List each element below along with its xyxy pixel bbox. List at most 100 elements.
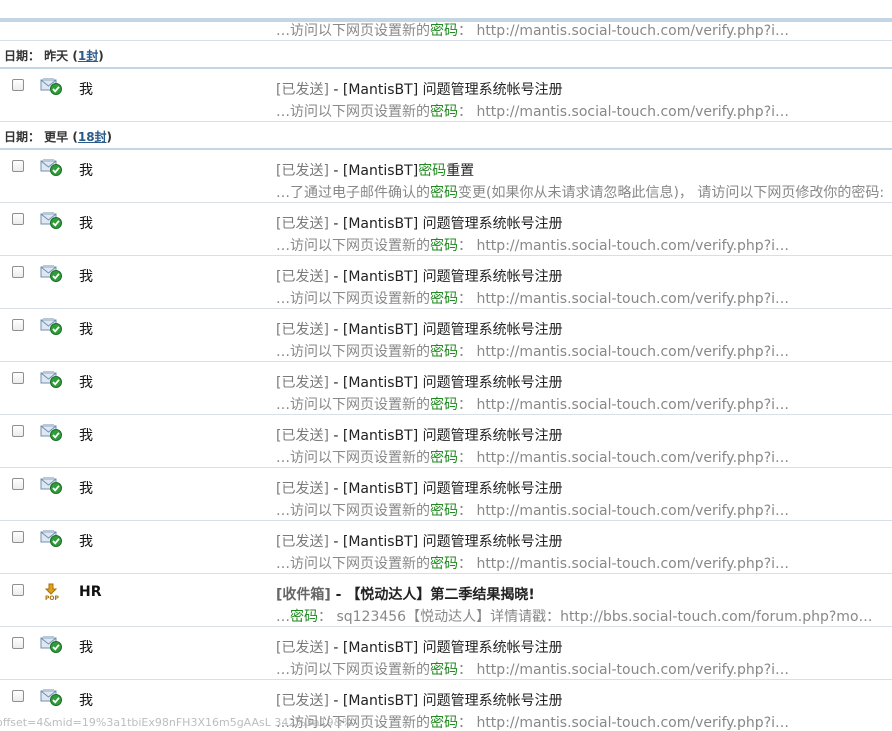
date-label: 日期： 更早 (	[4, 130, 78, 144]
sent-mail-icon	[40, 159, 64, 177]
preview-keyword: 密码	[430, 23, 458, 39]
subject[interactable]: [已发送] - [MantisBT] 问题管理系统帐号注册	[276, 319, 563, 339]
mail-row[interactable]: 我 [已发送] - [MantisBT] 问题管理系统帐号注册 …访问以下网页设…	[0, 69, 892, 122]
subject[interactable]: [已发送] - [MantisBT] 问题管理系统帐号注册	[276, 372, 563, 392]
date-close: )	[106, 130, 113, 144]
date-count-link[interactable]: 1封	[78, 49, 98, 63]
preview-text: …访问以下网页设置新的	[276, 556, 430, 572]
preview-text-end: ： http://mantis.social-touch.com/verify.…	[458, 556, 790, 572]
select-checkbox[interactable]	[12, 690, 24, 702]
mail-row[interactable]: POP HR [收件箱] - 【悦动达人】第二季结果揭晓! …密码： sq123…	[0, 574, 892, 627]
subject-text: - [MantisBT] 问题管理系统帐号注册	[328, 375, 563, 391]
mail-row[interactable]: 我 [已发送] - [MantisBT] 问题管理系统帐号注册 …访问以下网页设…	[0, 468, 892, 521]
preview-text-end: ： http://mantis.social-touch.com/verify.…	[458, 344, 790, 360]
select-checkbox[interactable]	[12, 160, 24, 172]
mail-row[interactable]: 我 [已发送] - [MantisBT]密码重置 …了通过电子邮件确认的密码变更…	[0, 150, 892, 203]
preview-keyword: 密码	[430, 450, 458, 466]
subject[interactable]: [已发送] - [MantisBT] 问题管理系统帐号注册	[276, 79, 563, 99]
subject[interactable]: [已发送] - [MantisBT] 问题管理系统帐号注册	[276, 690, 563, 710]
date-count-link[interactable]: 18封	[78, 130, 107, 144]
mail-row[interactable]: 我 [已发送] - [MantisBT] 问题管理系统帐号注册 …访问以下网页设…	[0, 256, 892, 309]
preview: …访问以下网页设置新的密码： http://mantis.social-touc…	[276, 659, 789, 679]
sent-mail-icon	[40, 318, 64, 336]
subject[interactable]: [已发送] - [MantisBT] 问题管理系统帐号注册	[276, 425, 563, 445]
folder-tag: [已发送]	[276, 534, 329, 550]
preview-text-end: ： http://mantis.social-touch.com/verify.…	[458, 503, 790, 519]
preview: …密码： sq123456【悦动达人】详情请戳：http://bbs.socia…	[276, 606, 873, 626]
subject[interactable]: [已发送] - [MantisBT] 问题管理系统帐号注册	[276, 531, 563, 551]
preview-text: …访问以下网页设置新的	[276, 238, 430, 254]
subject-text: - [MantisBT] 问题管理系统帐号注册	[328, 82, 563, 98]
subject[interactable]: [已发送] - [MantisBT] 问题管理系统帐号注册	[276, 478, 563, 498]
sender: 我	[79, 375, 93, 391]
subject-text: - 【悦动达人】第二季结果揭晓!	[330, 587, 535, 603]
select-checkbox[interactable]	[12, 584, 24, 596]
date-group-header: 日期： 昨天 (1封)	[0, 41, 892, 69]
sent-mail-icon	[40, 212, 64, 230]
folder-tag: [已发送]	[276, 216, 329, 232]
select-checkbox[interactable]	[12, 637, 24, 649]
preview-keyword: 密码	[430, 715, 458, 731]
subject-text: - [MantisBT] 问题管理系统帐号注册	[328, 693, 563, 709]
sent-mail-icon	[40, 424, 64, 442]
preview: …访问以下网页设置新的密码： http://mantis.social-touc…	[276, 288, 789, 308]
subject-text: - [MantisBT] 问题管理系统帐号注册	[328, 216, 563, 232]
preview-keyword: 密码	[430, 503, 458, 519]
preview: …访问以下网页设置新的密码： http://mantis.social-touc…	[276, 394, 789, 414]
subject[interactable]: [已发送] - [MantisBT] 问题管理系统帐号注册	[276, 637, 563, 657]
sender: HR	[79, 584, 102, 600]
mail-row[interactable]: 我 [已发送] - [MantisBT] 问题管理系统帐号注册 …访问以下网页设…	[0, 362, 892, 415]
sender: 我	[79, 640, 93, 656]
subject[interactable]: [收件箱] - 【悦动达人】第二季结果揭晓!	[276, 584, 535, 604]
folder-tag: [已发送]	[276, 375, 329, 391]
sender: 我	[79, 481, 93, 497]
preview: …访问以下网页设置新的密码： http://mantis.social-touc…	[276, 553, 789, 573]
preview-text-end: ： http://mantis.social-touch.com/verify.…	[458, 450, 790, 466]
subject-text-end: 重置	[446, 163, 475, 179]
preview-text-end: ： sq123456【悦动达人】详情请戳：http://bbs.social-t…	[318, 609, 873, 625]
select-checkbox[interactable]	[12, 79, 24, 91]
preview-text: …访问以下网页设置新的	[276, 23, 430, 39]
sent-mail-icon	[40, 636, 64, 654]
preview: …访问以下网页设置新的密码： http://mantis.social-touc…	[276, 235, 789, 255]
status-url: offset=4&mid=19%3a1tbiEx98nFH3X16m5gAAsL…	[0, 716, 353, 729]
preview: …访问以下网页设置新的密码： http://mantis.social-touc…	[276, 341, 789, 361]
select-checkbox[interactable]	[12, 425, 24, 437]
sender: 我	[79, 322, 93, 338]
mail-row[interactable]: 我 [已发送] - [MantisBT] 问题管理系统帐号注册 …访问以下网页设…	[0, 309, 892, 362]
subject-text: - [MantisBT] 问题管理系统帐号注册	[328, 481, 563, 497]
preview-text: …访问以下网页设置新的	[276, 503, 430, 519]
mail-row[interactable]: 我 [已发送] - [MantisBT] 问题管理系统帐号注册 …访问以下网页设…	[0, 415, 892, 468]
sent-mail-icon	[40, 78, 64, 96]
toolbar-strip	[0, 0, 892, 22]
subject[interactable]: [已发送] - [MantisBT] 问题管理系统帐号注册	[276, 266, 563, 286]
select-checkbox[interactable]	[12, 319, 24, 331]
folder-tag: [已发送]	[276, 693, 329, 709]
folder-tag: [已发送]	[276, 428, 329, 444]
preview-text-end: ： http://mantis.social-touch.com/verify.…	[458, 715, 790, 731]
pop-mail-icon: POP	[40, 583, 64, 602]
sender: 我	[79, 269, 93, 285]
preview-keyword: 密码	[430, 104, 458, 120]
mail-row[interactable]: 我 [已发送] - [MantisBT] 问题管理系统帐号注册 …访问以下网页设…	[0, 627, 892, 680]
select-checkbox[interactable]	[12, 372, 24, 384]
sent-mail-icon	[40, 530, 64, 548]
select-checkbox[interactable]	[12, 213, 24, 225]
subject-text: - [MantisBT] 问题管理系统帐号注册	[328, 269, 563, 285]
select-checkbox[interactable]	[12, 531, 24, 543]
select-checkbox[interactable]	[12, 478, 24, 490]
preview: …访问以下网页设置新的密码： http://mantis.social-touc…	[276, 20, 789, 40]
subject[interactable]: [已发送] - [MantisBT] 问题管理系统帐号注册	[276, 213, 563, 233]
select-checkbox[interactable]	[12, 266, 24, 278]
preview: …访问以下网页设置新的密码： http://mantis.social-touc…	[276, 712, 789, 731]
mail-row[interactable]: 我 [已发送] - [MantisBT] 问题管理系统帐号注册 …访问以下网页设…	[0, 203, 892, 256]
preview-keyword: 密码	[430, 185, 458, 201]
svg-text:POP: POP	[45, 595, 59, 601]
preview-text: …	[276, 609, 290, 625]
subject[interactable]: [已发送] - [MantisBT]密码重置	[276, 160, 474, 180]
sender: 我	[79, 163, 93, 179]
mail-row[interactable]: 我 [已发送] - [MantisBT] 问题管理系统帐号注册 …访问以下网页设…	[0, 521, 892, 574]
folder-tag: [已发送]	[276, 269, 329, 285]
preview-text: …访问以下网页设置新的	[276, 397, 430, 413]
sender: 我	[79, 216, 93, 232]
